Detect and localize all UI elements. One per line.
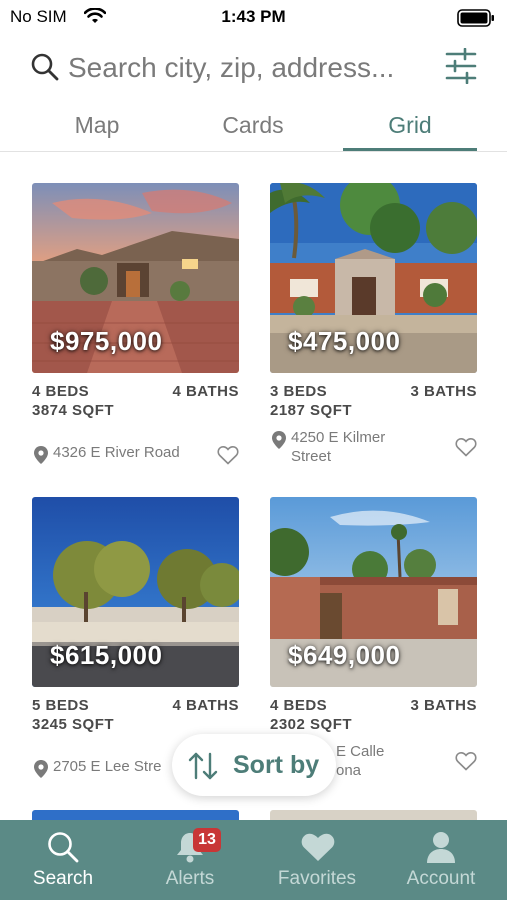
search-input[interactable] xyxy=(68,50,428,86)
listing-baths: 3 BATHS xyxy=(410,697,477,714)
tab-bar-account[interactable]: Account xyxy=(378,820,504,900)
filter-sliders-icon[interactable] xyxy=(445,48,477,84)
active-tab-indicator xyxy=(343,148,477,151)
listing-sqft: 3874 SQFT xyxy=(32,402,115,419)
listing-sqft: 3245 SQFT xyxy=(32,716,115,733)
listing-address: E Calle ona xyxy=(336,743,385,779)
location-pin-icon xyxy=(34,446,48,464)
tab-bar-alerts[interactable]: 13 Alerts xyxy=(127,820,253,900)
view-tabs: Map Cards Grid xyxy=(0,104,507,152)
location-pin-icon xyxy=(34,760,48,778)
listing-baths: 4 BATHS xyxy=(172,697,239,714)
listing-card[interactable]: $975,000 4 BEDS 4 BATHS 3874 SQFT 4326 E… xyxy=(32,183,239,473)
battery-icon xyxy=(457,9,494,27)
search-icon xyxy=(31,53,59,81)
sort-by-button[interactable]: Sort by xyxy=(172,734,336,796)
favorite-heart-icon[interactable] xyxy=(455,751,477,771)
listing-card[interactable]: $475,000 3 BEDS 3 BATHS 2187 SQFT 4250 E… xyxy=(270,183,477,473)
tab-bar-search[interactable]: Search xyxy=(0,820,126,900)
tab-cards[interactable]: Cards xyxy=(186,112,320,150)
sort-arrows-icon xyxy=(188,752,218,780)
status-bar: No SIM 1:43 PM xyxy=(0,0,507,34)
listing-beds: 4 BEDS xyxy=(32,383,90,400)
listing-price: $975,000 xyxy=(50,326,163,356)
listing-beds: 5 BEDS xyxy=(32,697,90,714)
tab-bar-label: Search xyxy=(32,868,94,889)
tab-bar-label: Favorites xyxy=(277,868,357,889)
tab-grid[interactable]: Grid xyxy=(343,112,477,150)
listing-price: $615,000 xyxy=(50,640,163,670)
listing-address: 2705 E Lee Stre xyxy=(53,758,162,775)
person-icon xyxy=(427,832,455,863)
alerts-count-badge: 13 xyxy=(193,828,221,852)
favorite-heart-icon[interactable] xyxy=(217,445,239,465)
tab-bar-label: Alerts xyxy=(165,868,215,889)
listing-address: 4326 E River Road xyxy=(53,444,180,461)
sort-by-label: Sort by xyxy=(233,751,320,779)
bottom-tab-bar: Search 13 Alerts Favorites Account xyxy=(0,820,507,900)
location-pin-icon xyxy=(272,431,286,449)
listing-baths: 3 BATHS xyxy=(410,383,477,400)
clock: 1:43 PM xyxy=(221,7,286,26)
favorite-heart-icon[interactable] xyxy=(455,437,477,457)
listing-address: 4250 E Kilmer Street xyxy=(291,429,386,465)
tab-bar-label: Account xyxy=(406,868,476,889)
listing-sqft: 2302 SQFT xyxy=(270,716,353,733)
search-bar xyxy=(0,40,507,96)
listing-beds: 4 BEDS xyxy=(270,697,328,714)
listing-price: $475,000 xyxy=(288,326,401,356)
tab-map[interactable]: Map xyxy=(30,112,164,150)
listing-beds: 3 BEDS xyxy=(270,383,328,400)
search-icon xyxy=(48,832,79,863)
heart-icon xyxy=(301,833,335,861)
tab-bar-favorites[interactable]: Favorites xyxy=(254,820,380,900)
listing-sqft: 2187 SQFT xyxy=(270,402,353,419)
listing-baths: 4 BATHS xyxy=(172,383,239,400)
listing-price: $649,000 xyxy=(288,640,401,670)
